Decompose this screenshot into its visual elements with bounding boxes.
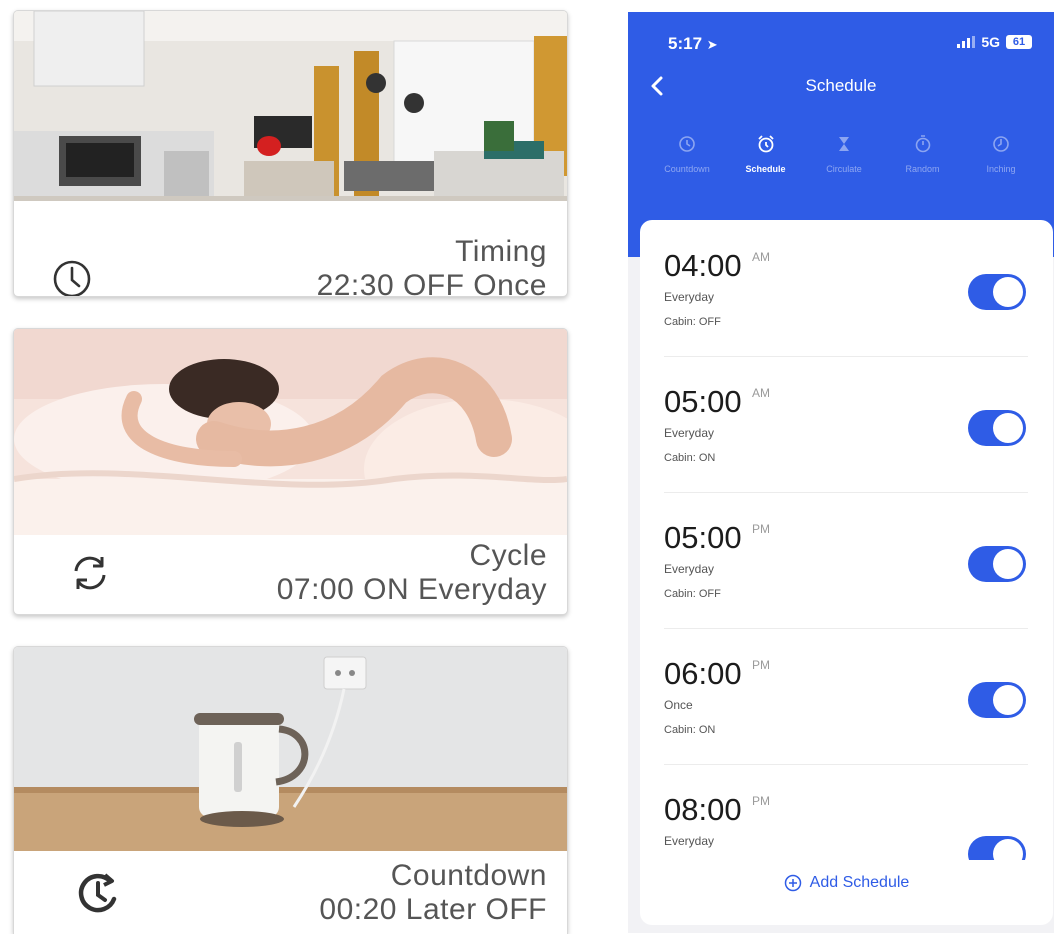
countdown-detail: 00:20 Later OFF xyxy=(319,893,547,926)
schedule-toggle[interactable] xyxy=(968,410,1026,446)
screen-title: Schedule xyxy=(805,76,877,95)
countdown-card: Countdown 00:20 Later OFF xyxy=(13,646,568,934)
countdown-title: Countdown xyxy=(390,859,547,892)
schedule-action: Cabin: OFF xyxy=(664,588,721,600)
schedule-toggle[interactable] xyxy=(968,682,1026,718)
schedule-ampm: PM xyxy=(752,794,770,808)
mode-tabs: Countdown Schedule Circulate Random Inch… xyxy=(648,134,1040,174)
cycle-detail: 07:00 ON Everyday xyxy=(276,573,547,606)
cycle-icon xyxy=(66,549,114,597)
timer-icon xyxy=(993,136,1009,152)
schedule-action: Cabin: ON xyxy=(664,724,716,736)
stopwatch-icon xyxy=(915,135,930,153)
schedule-ampm: PM xyxy=(752,522,770,536)
tab-schedule[interactable]: Schedule xyxy=(727,134,805,174)
location-arrow-icon: ➤ xyxy=(706,37,718,52)
schedule-repeat: Everyday xyxy=(664,834,715,848)
tab-schedule-label: Schedule xyxy=(745,164,786,174)
tab-circulate-label: Circulate xyxy=(826,164,862,174)
schedule-toggle[interactable] xyxy=(968,836,1026,860)
schedule-row[interactable]: 05:00 PM Everyday Cabin: OFF xyxy=(664,492,1028,629)
schedule-ampm: AM xyxy=(752,250,770,264)
schedule-row[interactable]: 08:00 PM Everyday xyxy=(664,764,1028,860)
cycle-card: Cycle 07:00 ON Everyday xyxy=(13,328,568,615)
kettle-photo xyxy=(14,647,567,851)
schedule-toggle[interactable] xyxy=(968,274,1026,310)
schedule-list: 04:00 AM Everyday Cabin: OFF 05:00 AM Ev… xyxy=(640,220,1053,925)
tab-inching-label: Inching xyxy=(986,164,1016,174)
schedule-toggle[interactable] xyxy=(968,546,1026,582)
schedule-time: 05:00 xyxy=(664,384,742,419)
clock-icon xyxy=(679,136,695,152)
schedule-time: 04:00 xyxy=(664,248,742,283)
tab-countdown[interactable]: Countdown xyxy=(648,134,726,174)
cycle-title: Cycle xyxy=(469,539,547,572)
schedule-repeat: Everyday xyxy=(664,562,715,576)
living-room-photo xyxy=(14,11,567,201)
timing-detail: 22:30 OFF Once xyxy=(316,269,547,297)
status-time: 5:17 ➤ xyxy=(668,34,718,54)
tab-circulate[interactable]: Circulate xyxy=(805,134,883,174)
timing-card: Timing 22:30 OFF Once xyxy=(13,10,568,297)
signal-icon xyxy=(957,36,976,48)
add-schedule-label: Add Schedule xyxy=(809,874,910,891)
schedule-repeat: Everyday xyxy=(664,290,715,304)
schedule-action: Cabin: OFF xyxy=(664,316,721,328)
schedule-row[interactable]: 05:00 AM Everyday Cabin: ON xyxy=(664,356,1028,493)
timing-title: Timing xyxy=(455,235,547,268)
plus-circle-icon xyxy=(784,874,801,892)
tab-random[interactable]: Random xyxy=(884,134,962,174)
schedule-time: 05:00 xyxy=(664,520,742,555)
countdown-icon xyxy=(74,869,122,917)
timing-caption: Timing 22:30 OFF Once xyxy=(316,235,547,297)
network-label: 5G xyxy=(981,34,1000,50)
status-time-text: 5:17 xyxy=(668,34,703,53)
cycle-caption: Cycle 07:00 ON Everyday xyxy=(277,539,547,607)
schedule-ampm: AM xyxy=(752,386,770,400)
countdown-caption: Countdown 00:20 Later OFF xyxy=(319,859,547,927)
tab-inching[interactable]: Inching xyxy=(962,134,1040,174)
hourglass-icon xyxy=(839,137,849,151)
tab-random-label: Random xyxy=(905,164,940,174)
add-schedule-button[interactable]: Add Schedule xyxy=(640,874,1053,892)
tab-countdown-label: Countdown xyxy=(664,164,710,174)
battery-icon: 61 xyxy=(1006,35,1032,49)
clock-icon xyxy=(48,255,96,296)
phone-screen: 5:17 ➤ 5G 61 Schedule Countdown Schedule xyxy=(628,12,1054,933)
schedule-time: 08:00 xyxy=(664,792,742,827)
schedule-action: Cabin: ON xyxy=(664,452,716,464)
sleeping-woman-photo xyxy=(14,329,567,535)
schedule-row[interactable]: 04:00 AM Everyday Cabin: OFF xyxy=(664,220,1028,357)
schedule-repeat: Once xyxy=(664,698,693,712)
schedule-row[interactable]: 06:00 PM Once Cabin: ON xyxy=(664,628,1028,765)
schedule-time: 06:00 xyxy=(664,656,742,691)
schedule-repeat: Everyday xyxy=(664,426,715,440)
alarm-icon xyxy=(757,135,774,153)
status-right: 5G 61 xyxy=(957,34,1032,50)
schedule-ampm: PM xyxy=(752,658,770,672)
